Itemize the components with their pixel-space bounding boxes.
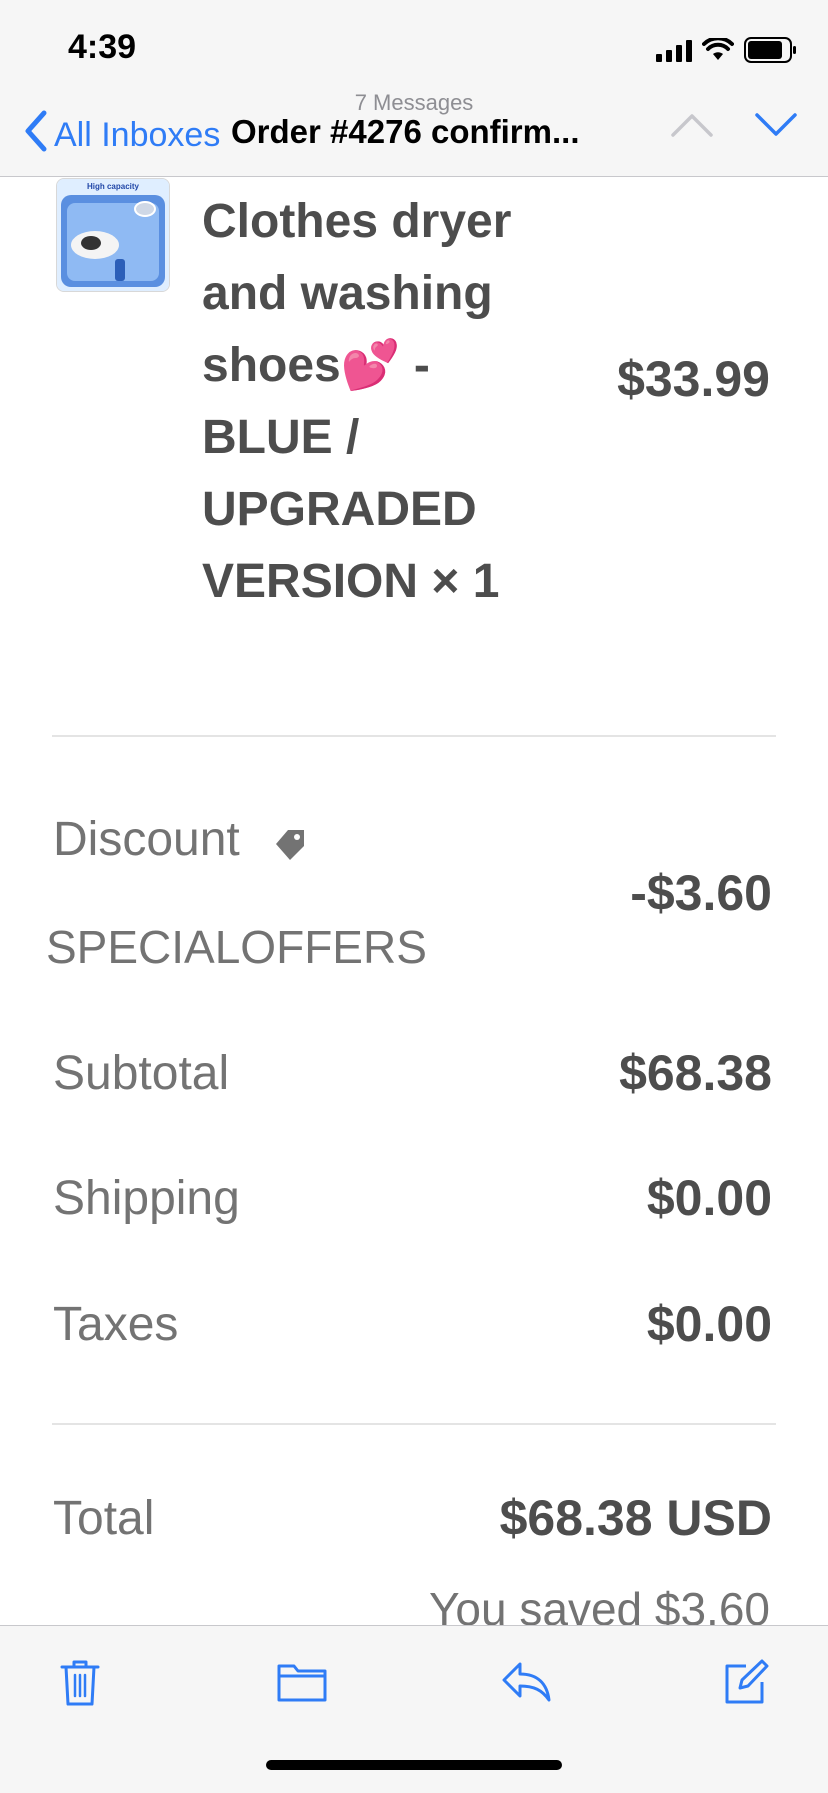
total-label: Total xyxy=(53,1492,155,1545)
item-title-line: shoes💕 - xyxy=(202,339,430,392)
item-title: machine for Clothes dryer and washing sh… xyxy=(202,150,562,618)
item-price: $33.99 xyxy=(617,351,770,407)
message-navigation xyxy=(670,112,798,143)
email-body[interactable]: machine for Clothes dryer and washing sh… xyxy=(0,0,828,1792)
folder-icon[interactable] xyxy=(276,1658,328,1709)
back-button[interactable]: All Inboxes xyxy=(24,110,220,161)
home-indicator[interactable] xyxy=(266,1760,562,1770)
compose-icon[interactable] xyxy=(722,1658,770,1711)
signal-icon xyxy=(656,38,692,62)
subtotal-value: $68.38 xyxy=(619,1045,772,1101)
taxes-value: $0.00 xyxy=(646,1296,772,1352)
battery-icon xyxy=(744,37,798,63)
item-title-line: Clothes dryer xyxy=(202,195,512,248)
item-title-line: BLUE / xyxy=(202,411,360,464)
divider xyxy=(52,735,776,737)
subtotal-label: Subtotal xyxy=(53,1047,230,1100)
navigation-bar: 4:39 7 Messages All Inboxes Order #4276 … xyxy=(0,0,828,177)
shipping-value: $0.00 xyxy=(646,1170,772,1226)
trash-icon[interactable] xyxy=(58,1658,102,1713)
chevron-down-icon[interactable] xyxy=(754,112,798,143)
divider xyxy=(52,1423,776,1425)
tag-icon xyxy=(272,826,308,867)
chevron-left-icon xyxy=(24,110,48,161)
discount-value: -$3.60 xyxy=(630,865,772,921)
chevron-up-icon[interactable] xyxy=(670,112,714,143)
reply-icon[interactable] xyxy=(500,1658,552,1709)
back-label: All Inboxes xyxy=(54,116,221,154)
product-thumbnail[interactable]: High capacity xyxy=(56,178,170,292)
status-time: 4:39 xyxy=(68,28,137,66)
taxes-label: Taxes xyxy=(53,1298,179,1351)
status-icons xyxy=(656,36,798,64)
total-value: $68.38 USD xyxy=(499,1490,772,1546)
discount-label: Discount xyxy=(53,813,240,866)
item-title-line: and washing xyxy=(202,267,493,320)
item-title-line: VERSION × 1 xyxy=(202,555,500,608)
email-subject: Order #4276 confirm... xyxy=(231,113,580,150)
thumbnail-caption: High capacity xyxy=(87,182,140,191)
item-title-line: UPGRADED xyxy=(202,483,477,536)
wifi-icon xyxy=(702,38,734,62)
discount-code: SPECIALOFFERS xyxy=(46,921,427,973)
shipping-label: Shipping xyxy=(53,1172,240,1225)
